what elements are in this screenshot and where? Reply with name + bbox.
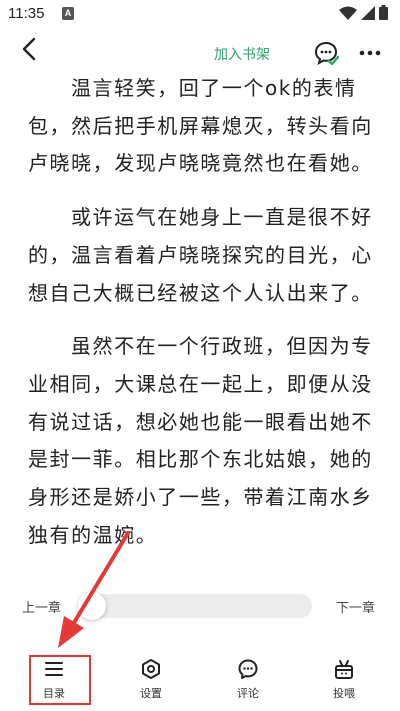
gift-icon [335, 660, 353, 679]
paragraph: 温言轻笑，回了一个ok的表情包，然后把手机屏幕熄灭，转头看向卢晓晓，发现卢晓晓竟… [28, 76, 373, 176]
tab-feed[interactable]: 投喂 [314, 654, 374, 704]
tab-label: 投喂 [333, 687, 355, 700]
settings-icon [142, 659, 160, 679]
wifi-icon [339, 6, 357, 20]
back-arrow-icon[interactable] [18, 36, 44, 62]
tab-comments[interactable]: 评论 [218, 654, 278, 704]
battery-icon [379, 5, 388, 20]
chapter-navigation: 上一章 下一章 [0, 590, 400, 624]
chapter-text: 温言轻笑，回了一个ok的表情包，然后把手机屏幕熄灭，转头看向卢晓晓，发现卢晓晓竟… [28, 70, 374, 570]
paragraph: 或许运气在她身上一直是很不好的，温言看着卢晓晓探究的目光，心想自己大概已经被这个… [28, 205, 373, 305]
comment-icon [238, 659, 258, 679]
status-bar: 11:35 A [0, 0, 400, 28]
previous-chapter-button[interactable]: 上一章 [22, 597, 61, 616]
status-time: 11:35 [8, 5, 45, 22]
more-options-icon[interactable] [357, 42, 383, 64]
slider-thumb[interactable] [78, 592, 106, 620]
notification-icon: A [62, 7, 74, 20]
signal-icon [361, 5, 375, 20]
chapter-progress-slider[interactable] [78, 594, 312, 618]
add-to-shelf-button[interactable]: 加入书架 [214, 44, 270, 64]
paragraph: 虽然不在一个行政班，但因为专业相同，大课总在一起上，即便从没有说过话，想必她也能… [28, 334, 373, 547]
chat-check-icon[interactable] [313, 40, 339, 66]
next-chapter-button[interactable]: 下一章 [336, 597, 375, 616]
tab-label: 设置 [140, 687, 162, 700]
tab-settings[interactable]: 设置 [121, 654, 181, 704]
tab-label: 评论 [237, 687, 259, 700]
highlight-box [29, 655, 91, 705]
